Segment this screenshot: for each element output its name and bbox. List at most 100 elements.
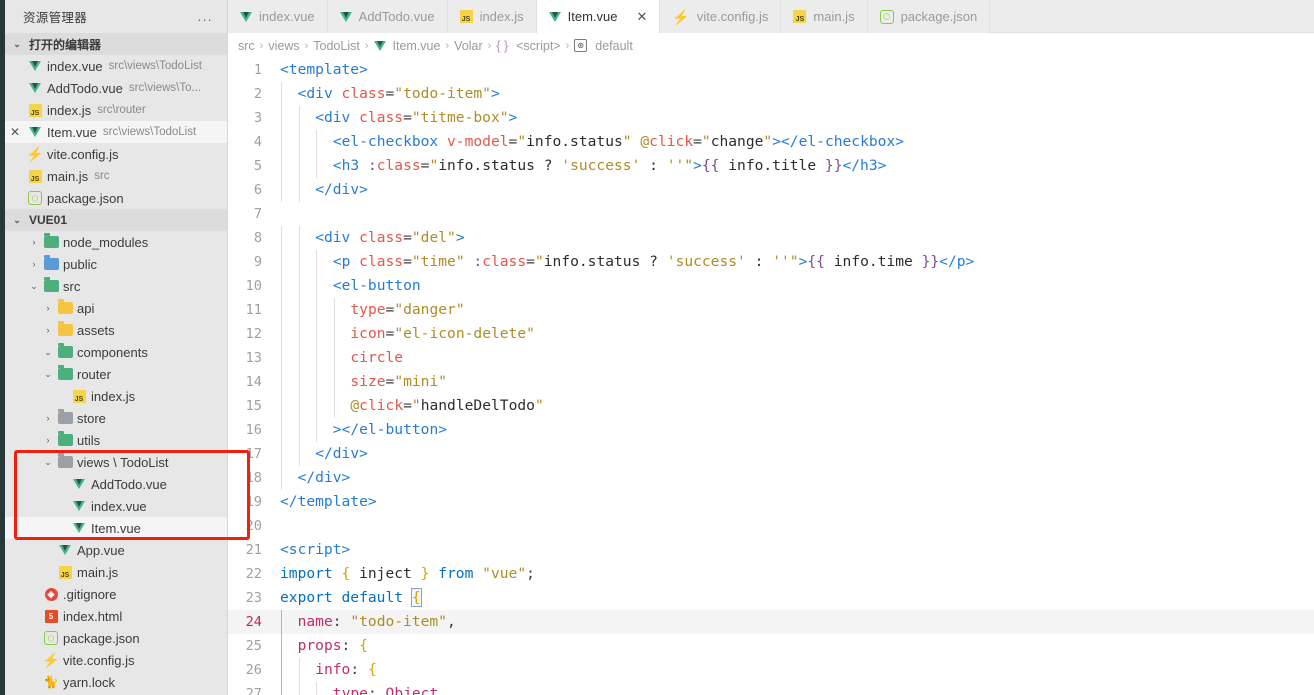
code-line[interactable]: 23export default {	[228, 586, 1314, 610]
more-actions-icon[interactable]: ...	[198, 9, 217, 24]
file-tree-item[interactable]: index.vue	[5, 495, 227, 517]
code-line[interactable]: 13 circle	[228, 346, 1314, 370]
file-tree-item[interactable]: JSindex.js	[5, 385, 227, 407]
editor-tab[interactable]: index.vue	[228, 0, 328, 33]
file-tree-item[interactable]: ›assets	[5, 319, 227, 341]
chevron-right-icon[interactable]: ›	[41, 435, 55, 445]
code-line[interactable]: 22import { inject } from "vue";	[228, 562, 1314, 586]
chevron-right-icon[interactable]: ›	[41, 303, 55, 313]
file-tree-item[interactable]: 5index.html	[5, 605, 227, 627]
code-line[interactable]: 1<template>	[228, 58, 1314, 82]
chevron-right-icon[interactable]: ›	[27, 237, 41, 247]
chevron-right-icon[interactable]: ›	[27, 259, 41, 269]
open-editor-item[interactable]: ✕Item.vuesrc\views\TodoList	[5, 121, 227, 143]
code-line[interactable]: 10 <el-button	[228, 274, 1314, 298]
line-number: 13	[228, 346, 280, 370]
chevron-right-icon[interactable]: ›	[41, 413, 55, 423]
code-line-text: <el-checkbox v-model="info.status" @clic…	[280, 130, 1314, 154]
code-line[interactable]: 26 info: {	[228, 658, 1314, 682]
line-number: 16	[228, 418, 280, 442]
js-icon: JS	[59, 566, 72, 579]
file-tree-item[interactable]: 🐈yarn.lock	[5, 671, 227, 693]
code-line-text: <h3 :class="info.status ? 'success' : ''…	[280, 154, 1314, 178]
file-tree-item[interactable]: ⌄components	[5, 341, 227, 363]
chevron-down-icon[interactable]: ⌄	[41, 457, 55, 468]
breadcrumb[interactable]: src›views›TodoList›Item.vue›Volar›{ }<sc…	[228, 33, 1314, 58]
file-tree-item[interactable]: ›store	[5, 407, 227, 429]
open-editor-item[interactable]: ⚡vite.config.js	[5, 143, 227, 165]
code-line[interactable]: 14 size="mini"	[228, 370, 1314, 394]
breadcrumb-part[interactable]: <script>	[516, 39, 560, 53]
file-icon	[55, 545, 75, 555]
file-tree-item[interactable]: ⌄views \ TodoList	[5, 451, 227, 473]
file-tree-item[interactable]: JSmain.js	[5, 561, 227, 583]
open-editor-item[interactable]: ⬡package.json	[5, 187, 227, 209]
file-icon: JS	[25, 170, 45, 183]
chevron-down-icon[interactable]: ⌄	[41, 347, 55, 358]
file-tree-item[interactable]: ›api	[5, 297, 227, 319]
editor-tab[interactable]: AddTodo.vue	[328, 0, 448, 33]
code-line[interactable]: 11 type="danger"	[228, 298, 1314, 322]
code-line[interactable]: 9 <p class="time" :class="info.status ? …	[228, 250, 1314, 274]
code-line[interactable]: 2 <div class="todo-item">	[228, 82, 1314, 106]
indent-guide	[316, 130, 317, 154]
open-editor-item[interactable]: JSmain.jssrc	[5, 165, 227, 187]
file-tree-item[interactable]: ⌄src	[5, 275, 227, 297]
editor-tab[interactable]: JSmain.js	[781, 0, 867, 33]
code-line[interactable]: 27 type: Object,	[228, 682, 1314, 695]
code-line[interactable]: 8 <div class="del">	[228, 226, 1314, 250]
file-tree-item[interactable]: ⬡package.json	[5, 627, 227, 649]
open-editor-item[interactable]: JSindex.jssrc\router	[5, 99, 227, 121]
code-line[interactable]: 24 name: "todo-item",	[228, 610, 1314, 634]
code-line[interactable]: 3 <div class="titme-box">	[228, 106, 1314, 130]
file-tree-item[interactable]: ›public	[5, 253, 227, 275]
project-section-header[interactable]: ⌄ VUE01	[5, 209, 227, 231]
breadcrumb-part[interactable]: views	[268, 39, 299, 53]
open-editor-item[interactable]: AddTodo.vuesrc\views\To...	[5, 77, 227, 99]
code-line[interactable]: 17 </div>	[228, 442, 1314, 466]
code-line[interactable]: 21<script>	[228, 538, 1314, 562]
code-line[interactable]: 5 <h3 :class="info.status ? 'success' : …	[228, 154, 1314, 178]
editor-tab[interactable]: Item.vue✕	[537, 0, 661, 33]
code-editor[interactable]: 1<template>2 <div class="todo-item">3 <d…	[228, 58, 1314, 695]
breadcrumb-part[interactable]: Item.vue	[393, 39, 441, 53]
open-editors-section-header[interactable]: ⌄ 打开的编辑器	[5, 33, 227, 55]
file-tree-item[interactable]: ⌄router	[5, 363, 227, 385]
node-icon: ⬡	[28, 191, 42, 205]
file-tree-item[interactable]: ›node_modules	[5, 231, 227, 253]
editor-tab[interactable]: JSindex.js	[448, 0, 537, 33]
indent-guide	[299, 130, 300, 154]
breadcrumb-part[interactable]: Volar	[454, 39, 483, 53]
code-line[interactable]: 19</template>	[228, 490, 1314, 514]
code-line[interactable]: 18 </div>	[228, 466, 1314, 490]
breadcrumb-part[interactable]: src	[238, 39, 255, 53]
editor-area: index.vueAddTodo.vueJSindex.jsItem.vue✕⚡…	[228, 0, 1314, 695]
file-tree-item[interactable]: App.vue	[5, 539, 227, 561]
code-line[interactable]: 12 icon="el-icon-delete"	[228, 322, 1314, 346]
chevron-right-icon[interactable]: ›	[41, 325, 55, 335]
code-line-text: </div>	[280, 466, 1314, 490]
code-line[interactable]: 15 @click="handleDelTodo"	[228, 394, 1314, 418]
close-icon[interactable]: ✕	[5, 125, 25, 139]
editor-tab[interactable]: ⬡package.json	[868, 0, 991, 33]
code-line[interactable]: 7	[228, 202, 1314, 226]
code-line[interactable]: 20	[228, 514, 1314, 538]
file-tree-item[interactable]: Item.vue	[5, 517, 227, 539]
chevron-down-icon[interactable]: ⌄	[41, 369, 55, 380]
breadcrumb-part[interactable]: default	[595, 39, 633, 53]
close-icon[interactable]: ✕	[637, 9, 648, 25]
file-tree-item[interactable]: ◈.gitignore	[5, 583, 227, 605]
chevron-down-icon[interactable]: ⌄	[27, 281, 41, 292]
file-tree-item[interactable]: ⚡vite.config.js	[5, 649, 227, 671]
file-tree-item[interactable]: AddTodo.vue	[5, 473, 227, 495]
file-tree-item[interactable]: ›utils	[5, 429, 227, 451]
code-line[interactable]: 25 props: {	[228, 634, 1314, 658]
open-editor-item[interactable]: index.vuesrc\views\TodoList	[5, 55, 227, 77]
code-line[interactable]: 6 </div>	[228, 178, 1314, 202]
code-line[interactable]: 16 ></el-button>	[228, 418, 1314, 442]
file-icon	[41, 280, 61, 292]
breadcrumb-part[interactable]: TodoList	[313, 39, 360, 53]
editor-tab[interactable]: ⚡vite.config.js	[660, 0, 781, 33]
vscode-window: 资源管理器 ... ⌄ 打开的编辑器 index.vuesrc\views\To…	[0, 0, 1314, 695]
code-line[interactable]: 4 <el-checkbox v-model="info.status" @cl…	[228, 130, 1314, 154]
